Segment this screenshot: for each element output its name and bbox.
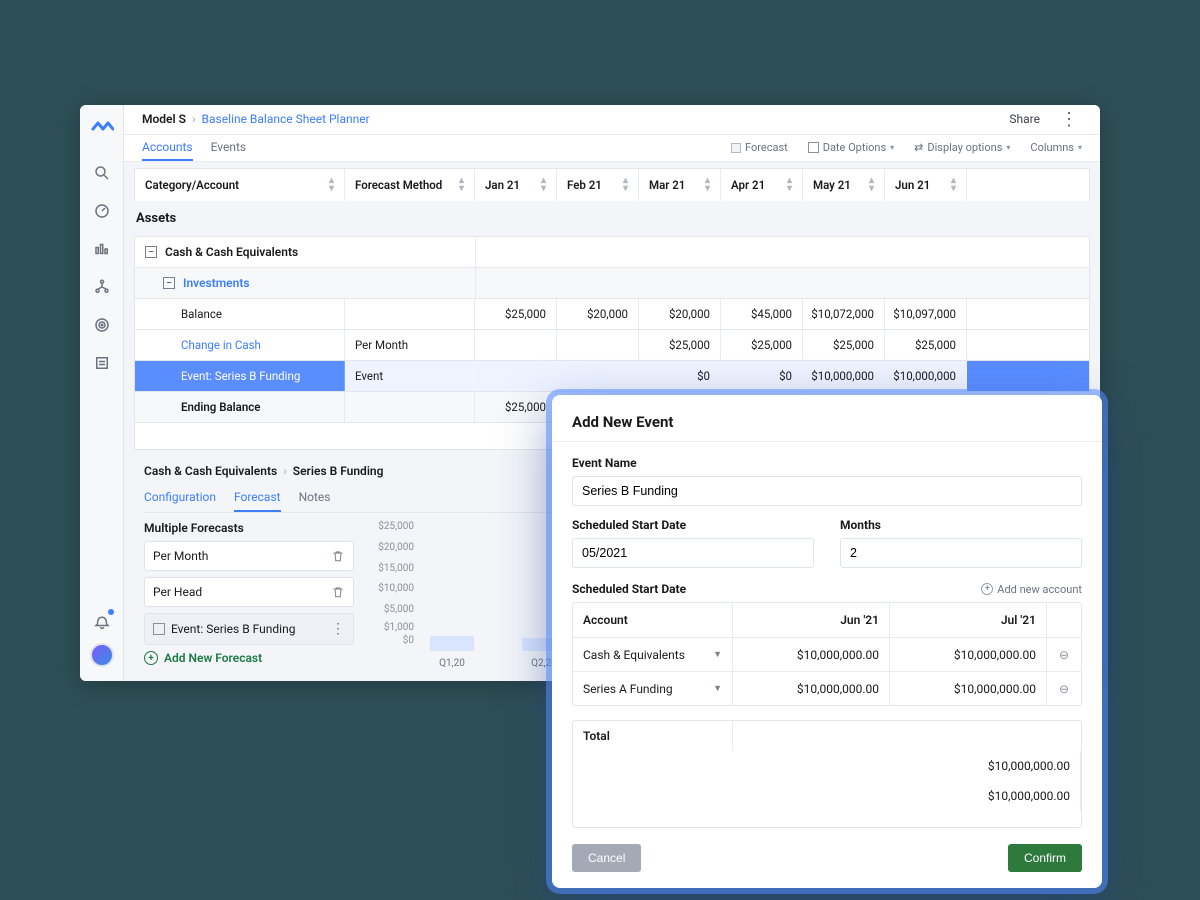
collapse-icon[interactable]: − [145, 246, 157, 258]
chevron-right-icon: › [192, 112, 196, 126]
user-avatar[interactable] [90, 643, 114, 667]
add-new-forecast-button[interactable]: + Add New Forecast [144, 651, 354, 665]
list-icon[interactable] [92, 353, 112, 373]
multiple-forecasts-title: Multiple Forecasts [144, 521, 354, 535]
add-event-modal: Add New Event Event Name Scheduled Start… [552, 395, 1102, 888]
trash-icon[interactable] [331, 585, 345, 599]
tab-events[interactable]: Events [211, 135, 247, 161]
dashboard-icon[interactable] [92, 201, 112, 221]
col-month-5[interactable]: Jun 21▴▾ [885, 169, 967, 201]
chart-x-label: Q1,20 [430, 658, 474, 669]
plus-circle-icon: + [144, 651, 158, 665]
start-date-label: Scheduled Start Date [572, 518, 814, 532]
account-select[interactable]: Cash & Equivalents▼ [573, 638, 733, 671]
breadcrumb-root[interactable]: Model S [142, 112, 186, 126]
col-month-2[interactable]: Mar 21▴▾ [639, 169, 721, 201]
cancel-button[interactable]: Cancel [572, 844, 641, 872]
flag-icon [153, 623, 165, 635]
breadcrumb-leaf[interactable]: Baseline Balance Sheet Planner [202, 112, 370, 126]
col-category[interactable]: Category/Account▴▾ [135, 169, 345, 201]
sliders-icon: ⇄ [914, 141, 923, 154]
accounts-header-row: Account Jun '21 Jul '21 [573, 603, 1081, 637]
tab-accounts[interactable]: Accounts [142, 135, 193, 161]
account-value-cell[interactable]: $10,000,000.00 [890, 672, 1047, 705]
confirm-button[interactable]: Confirm [1008, 844, 1082, 872]
detail-tab-forecast[interactable]: Forecast [234, 484, 281, 512]
date-options-menu[interactable]: Date Options▾ [808, 141, 894, 154]
account-select[interactable]: Series A Funding▼ [573, 672, 733, 705]
search-icon[interactable] [92, 163, 112, 183]
display-options-menu[interactable]: ⇄Display options▾ [914, 141, 1010, 154]
notifications-icon[interactable] [92, 611, 112, 631]
forecast-item-per-head[interactable]: Per Head [144, 577, 354, 607]
forecast-item-event-series-b[interactable]: Event: Series B Funding ⋮ [144, 613, 354, 645]
breadcrumb: Model S › Baseline Balance Sheet Planner [142, 112, 370, 126]
chevron-down-icon: ▼ [713, 683, 722, 694]
months-label: Months [840, 518, 1082, 532]
start-date-input[interactable] [572, 538, 814, 568]
chevron-down-icon: ▼ [713, 649, 722, 660]
add-account-button[interactable]: +Add new account [981, 583, 1082, 596]
event-name-label: Event Name [572, 456, 1082, 470]
account-value-cell[interactable]: $10,000,000.00 [733, 672, 890, 705]
group-cash-equivalents[interactable]: −Cash & Cash Equivalents [134, 236, 1090, 267]
collapse-icon[interactable]: − [163, 277, 175, 289]
total-row: Total $10,000,000.00 $10,000,000.00 [572, 720, 1082, 828]
months-input[interactable] [840, 538, 1082, 568]
forecast-toggle[interactable]: Forecast [731, 141, 788, 154]
row-change-in-cash[interactable]: Change in Cash Per Month $25,000 $25,000… [134, 329, 1090, 360]
modal-title: Add New Event [572, 413, 1082, 431]
remove-row-icon[interactable]: ⊖ [1047, 672, 1081, 705]
col-month-0[interactable]: Jan 21▴▾ [475, 169, 557, 201]
remove-row-icon[interactable]: ⊖ [1047, 638, 1081, 671]
sidebar [80, 105, 124, 681]
account-value-cell[interactable]: $10,000,000.00 [733, 638, 890, 671]
col-month-1[interactable]: Feb 21▴▾ [557, 169, 639, 201]
app-logo [90, 115, 114, 139]
account-row: Cash & Equivalents▼ $10,000,000.00 $10,0… [573, 637, 1081, 671]
calendar-icon [808, 142, 819, 153]
trash-icon[interactable] [331, 549, 345, 563]
sort-icon: ▴▾ [329, 177, 334, 193]
event-name-input[interactable] [572, 476, 1082, 506]
accounts-table: Account Jun '21 Jul '21 Cash & Equivalen… [572, 602, 1082, 706]
nodes-icon[interactable] [92, 277, 112, 297]
target-icon[interactable] [92, 315, 112, 335]
grid-header-row: Category/Account▴▾ Forecast Method▴▾ Jan… [134, 168, 1090, 201]
group-investments[interactable]: −Investments [134, 267, 1090, 298]
chart-bar [430, 636, 474, 651]
forecast-item-per-month[interactable]: Per Month [144, 541, 354, 571]
forecasts-list: Multiple Forecasts Per Month Per Head Ev… [144, 521, 354, 671]
col-forecast-method[interactable]: Forecast Method▴▾ [345, 169, 475, 201]
detail-tab-configuration[interactable]: Configuration [144, 484, 216, 512]
detail-tab-notes[interactable]: Notes [299, 484, 331, 512]
share-button[interactable]: Share [1003, 108, 1046, 130]
more-icon[interactable]: ⋮ [331, 621, 345, 637]
account-value-cell[interactable]: $10,000,000.00 [890, 638, 1047, 671]
reports-icon[interactable] [92, 239, 112, 259]
sub-nav: Accounts Events Forecast Date Options▾ ⇄… [124, 135, 1100, 162]
account-row: Series A Funding▼ $10,000,000.00 $10,000… [573, 671, 1081, 705]
row-balance[interactable]: Balance $25,000 $20,000 $20,000 $45,000 … [134, 298, 1090, 329]
row-event-series-b[interactable]: Event: Series B Funding Event $0 $0 $10,… [134, 360, 1090, 391]
accounts-section-label: Scheduled Start Date [572, 582, 686, 596]
col-month-4[interactable]: May 21▴▾ [803, 169, 885, 201]
plus-circle-icon: + [981, 583, 993, 595]
col-month-3[interactable]: Apr 21▴▾ [721, 169, 803, 201]
sort-icon: ▴▾ [459, 177, 464, 193]
columns-menu[interactable]: Columns▾ [1030, 141, 1082, 154]
more-menu-icon[interactable]: ⋮ [1056, 109, 1082, 130]
section-assets: Assets [134, 201, 1090, 236]
topbar: Model S › Baseline Balance Sheet Planner… [124, 105, 1100, 135]
